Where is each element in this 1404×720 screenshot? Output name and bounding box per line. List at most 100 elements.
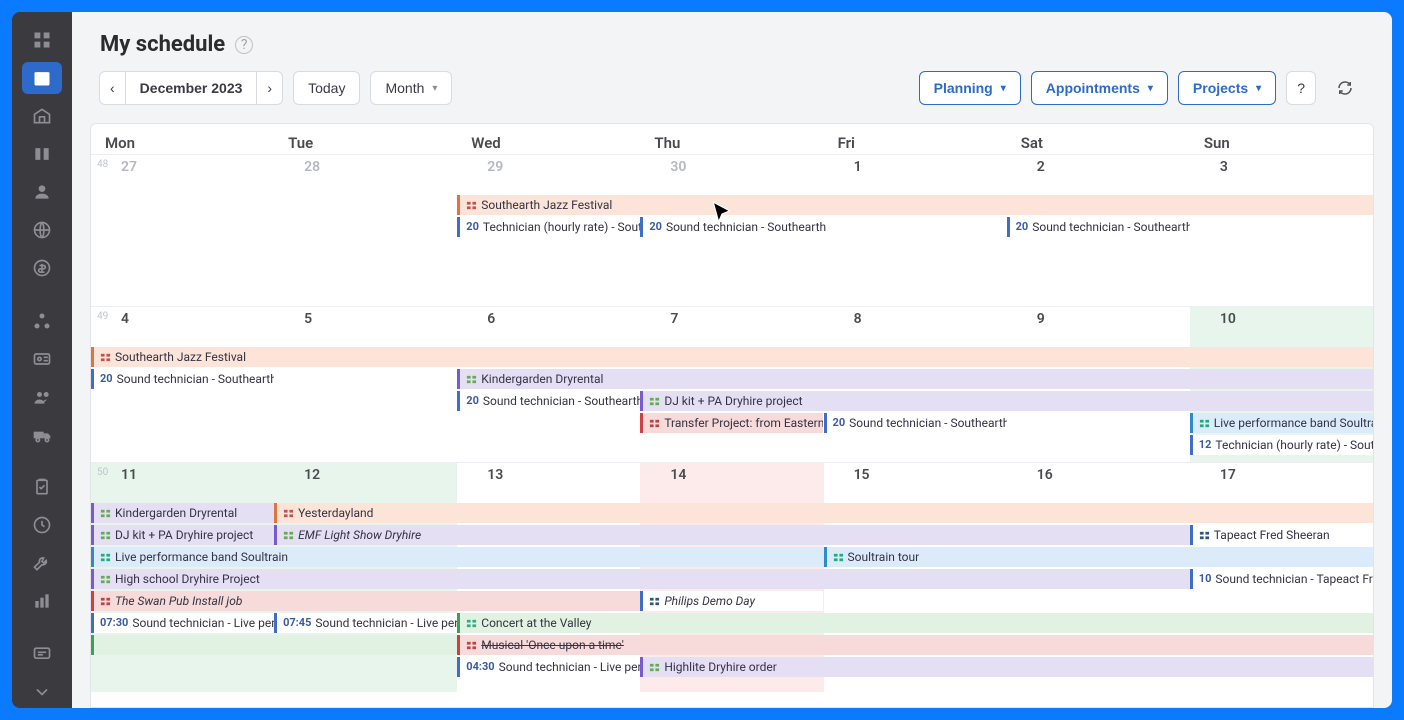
day-num: 7 <box>670 311 678 327</box>
next-month-button[interactable]: › <box>256 71 283 105</box>
event-label: High school Dryhire Project <box>115 569 260 589</box>
event-label: Live performance band Soultrai <box>1214 413 1373 433</box>
event-bar[interactable]: Tapeact Fred Sheeran <box>1190 525 1373 545</box>
day-num: 12 <box>304 467 320 483</box>
help-icon[interactable]: ? <box>235 36 253 54</box>
current-month-button[interactable]: December 2023 <box>125 71 258 105</box>
project-icon <box>466 618 477 629</box>
event-label: Sound technician - Southearth <box>849 413 1006 433</box>
event-bar[interactable]: Yesterdayland <box>274 503 1373 523</box>
nav-money-icon[interactable] <box>22 252 62 284</box>
event-bar[interactable]: Southearth Jazz Festival <box>457 195 1372 215</box>
project-icon <box>100 596 111 607</box>
nav-idcard-icon[interactable] <box>22 343 62 375</box>
event-bar[interactable]: 12Technician (hourly rate) - South <box>1190 435 1373 455</box>
event-label: Kindergarden Dryrental <box>115 503 237 523</box>
event-bar[interactable]: Concert at the Valley <box>457 613 1373 633</box>
week-num: 48 <box>97 159 108 170</box>
event-label: Sound technician - Live per <box>499 657 641 677</box>
event-label: Yesterdayland <box>298 503 373 523</box>
refresh-button[interactable] <box>1326 71 1364 105</box>
event-label: Musical 'Once upon a time' <box>481 635 624 655</box>
appointments-button[interactable]: Appointments▾ <box>1031 71 1168 105</box>
day-num: 10 <box>1220 311 1236 327</box>
day-cell[interactable]: 3 <box>1190 155 1373 306</box>
prev-month-button[interactable]: ‹ <box>99 71 126 105</box>
main-panel: My schedule ? ‹ December 2023 › Today Mo… <box>72 12 1392 708</box>
projects-button[interactable]: Projects▾ <box>1178 71 1276 105</box>
event-bar[interactable]: Philips Demo Day <box>640 591 823 611</box>
event-bar[interactable]: 20Sound technician - Southearth <box>457 391 640 411</box>
event-bar[interactable]: 20Sound technician - Southearth <box>640 217 1006 237</box>
event-label: Kindergarden Dryrental <box>481 369 603 389</box>
event-label: DJ kit + PA Dryhire project <box>664 391 802 411</box>
event-bar[interactable]: Soultrain tour <box>824 547 1373 567</box>
planning-button[interactable]: Planning▾ <box>919 71 1021 105</box>
day-num: 9 <box>1037 311 1045 327</box>
event-bar[interactable]: Live performance band Soultrai <box>1190 413 1373 433</box>
nav-warehouse-icon[interactable] <box>22 100 62 132</box>
project-icon <box>100 574 111 585</box>
event-bar[interactable]: 20Technician (hourly rate) - Soutl <box>457 217 640 237</box>
nav-stats-icon[interactable] <box>22 585 62 617</box>
event-time: 04:30 <box>466 657 494 677</box>
dow-tue: Tue <box>274 124 457 154</box>
event-bar[interactable]: Live performance band Soultrain <box>91 547 824 567</box>
nav-expand-icon[interactable] <box>22 676 62 708</box>
event-bar[interactable]: EMF Light Show Dryhire <box>274 525 1190 545</box>
project-icon <box>1199 530 1210 541</box>
help-button[interactable]: ? <box>1286 71 1316 105</box>
event-label: Sound technician - Southearth <box>117 369 274 389</box>
event-bar[interactable]: 10Sound technician - Tapeact Fre <box>1190 569 1373 589</box>
event-bar[interactable]: 07:30Sound technician - Live per <box>91 613 274 633</box>
nav-wrench-icon[interactable] <box>22 547 62 579</box>
project-icon <box>100 530 111 541</box>
event-bar[interactable]: Kindergarden Dryrental <box>91 503 274 523</box>
event-label: Soultrain tour <box>848 547 920 567</box>
projects-label: Projects <box>1193 80 1248 96</box>
nav-clipboard-icon[interactable] <box>22 471 62 503</box>
event-bar[interactable]: DJ kit + PA Dryhire project <box>640 391 1373 411</box>
event-tag: 20 <box>100 369 113 389</box>
event-bar[interactable]: DJ kit + PA Dryhire project <box>91 525 274 545</box>
event-bar[interactable]: Southearth Jazz Festival <box>91 347 1373 367</box>
event-bar[interactable]: 20Sound technician - Southearth <box>1007 217 1190 237</box>
project-icon <box>466 374 477 385</box>
today-button[interactable]: Today <box>293 71 360 105</box>
nav-hierarchy-icon[interactable] <box>22 305 62 337</box>
event-bar[interactable]: 07:45Sound technician - Live per <box>274 613 457 633</box>
event-label: Sound technician - Southearth <box>483 391 640 411</box>
nav-chat-icon[interactable] <box>22 638 62 670</box>
day-num: 3 <box>1220 159 1228 175</box>
day-num: 30 <box>670 159 686 175</box>
nav-clock-icon[interactable] <box>22 509 62 541</box>
day-cell[interactable]: 5 <box>274 307 457 462</box>
event-bar[interactable]: The Swan Pub Install job <box>91 591 640 611</box>
event-bar[interactable]: 20Sound technician - Southearth <box>824 413 1007 433</box>
event-bar[interactable]: High school Dryhire Project <box>91 569 1190 589</box>
event-bar[interactable]: Transfer Project: from Eastern <box>640 413 823 433</box>
event-label: Technician (hourly rate) - South <box>1215 435 1372 455</box>
event-bar[interactable] <box>91 635 457 655</box>
event-bar[interactable]: 20Sound technician - Southearth <box>91 369 274 389</box>
day-cell[interactable]: 4827 <box>91 155 274 306</box>
week-num: 49 <box>97 311 108 322</box>
event-bar[interactable]: Musical 'Once upon a time' <box>457 635 1373 655</box>
event-bar[interactable]: Highlite Dryhire order <box>640 657 1373 677</box>
day-cell[interactable]: 28 <box>274 155 457 306</box>
nav-projects-icon[interactable] <box>22 138 62 170</box>
view-select-button[interactable]: Month▾ <box>370 71 452 105</box>
nav-truck-icon[interactable] <box>22 419 62 451</box>
nav-people-icon[interactable] <box>22 381 62 413</box>
event-bar[interactable]: Kindergarden Dryrental <box>457 369 1372 389</box>
event-label: Sound technician - Southearth <box>1032 217 1189 237</box>
project-icon <box>466 640 477 651</box>
event-bar[interactable]: 04:30Sound technician - Live per <box>457 657 640 677</box>
nav-contacts-icon[interactable] <box>22 176 62 208</box>
dow-sat: Sat <box>1007 124 1190 154</box>
nav-calendar-icon[interactable] <box>22 62 62 94</box>
event-label: Highlite Dryhire order <box>664 657 776 677</box>
nav-globe-icon[interactable] <box>22 214 62 246</box>
nav-dashboard-icon[interactable] <box>22 24 62 56</box>
day-num: 29 <box>487 159 503 175</box>
